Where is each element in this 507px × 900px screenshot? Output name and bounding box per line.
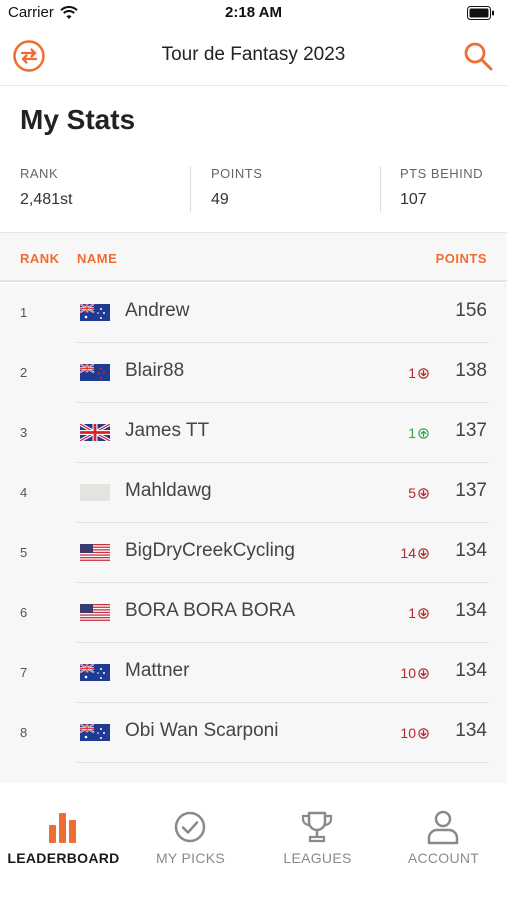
stat-value: 49 <box>211 191 229 208</box>
stat-pts-behind: PTS BEHIND 107 <box>400 166 483 209</box>
leaderboard-list: 1 Andrew 156 2 Blair88 1 138 3 James TT 1 137 4 Mahl… <box>0 283 507 783</box>
stats-summary: RANK 2,481st POINTS 49 PTS BEHIND 107 <box>0 160 507 232</box>
row-rank: 4 <box>20 485 28 500</box>
tab-account[interactable]: ACCOUNT <box>380 783 507 883</box>
status-bar: Carrier 2:18 AM <box>0 0 507 28</box>
arrow-down-circle-icon <box>418 487 429 499</box>
table-row[interactable]: 8 Obi Wan Scarponi 10 134 <box>0 703 507 763</box>
arrow-up-circle-icon <box>418 427 429 439</box>
check-circle-icon <box>170 809 210 845</box>
row-rank: 3 <box>20 425 28 440</box>
table-row[interactable]: 1 Andrew 156 <box>0 283 507 343</box>
rank-movement-value: 10 <box>400 665 416 681</box>
tab-label: LEAGUES <box>283 850 352 866</box>
stat-divider <box>380 166 381 212</box>
flag-icon <box>80 484 110 501</box>
row-points: 137 <box>455 420 487 441</box>
flag-icon <box>79 303 110 321</box>
stat-label: POINTS <box>211 166 263 181</box>
rank-movement: 1 <box>408 425 429 441</box>
row-name: Obi Wan Scarponi <box>125 720 279 741</box>
column-header-rank[interactable]: RANK <box>20 251 60 266</box>
person-icon <box>423 809 463 845</box>
stat-value: 107 <box>400 191 427 208</box>
nav-bar: Tour de Fantasy 2023 <box>0 28 507 86</box>
flag-icon <box>79 663 110 681</box>
stat-value: 2,481st <box>20 191 73 208</box>
row-name: Mahldawg <box>125 480 212 501</box>
status-time: 2:18 AM <box>225 4 282 21</box>
tab-label: ACCOUNT <box>407 850 480 866</box>
rank-movement: 5 <box>408 485 429 501</box>
battery-icon <box>467 6 495 24</box>
arrow-down-circle-icon <box>418 547 429 559</box>
rank-movement-value: 14 <box>400 545 416 561</box>
row-points: 134 <box>455 600 487 621</box>
row-points: 134 <box>455 540 487 561</box>
row-points: 134 <box>455 720 487 741</box>
row-name: Mattner <box>125 660 190 681</box>
tab-label: LEADERBOARD <box>7 850 120 866</box>
tab-leagues[interactable]: LEAGUES <box>254 783 381 883</box>
table-row[interactable]: 2 Blair88 1 138 <box>0 343 507 403</box>
row-name: Andrew <box>125 300 190 321</box>
row-rank: 7 <box>20 665 28 680</box>
stat-points: POINTS 49 <box>211 166 262 209</box>
tab-bar: LEADERBOARD MY PICKS LEAGUES ACCOUNT <box>0 783 507 900</box>
trophy-icon <box>297 809 337 845</box>
table-row[interactable]: 4 Mahldawg 5 137 <box>0 463 507 523</box>
search-icon[interactable] <box>461 39 495 73</box>
rank-movement-value: 1 <box>408 425 416 441</box>
tab-my-picks[interactable]: MY PICKS <box>127 783 254 883</box>
column-header-points[interactable]: POINTS <box>436 251 487 266</box>
stat-label: PTS BEHIND <box>400 166 484 181</box>
rank-movement-value: 1 <box>408 365 416 381</box>
arrow-down-circle-icon <box>418 727 429 739</box>
flag-icon <box>80 544 110 561</box>
rank-movement-value: 5 <box>408 485 416 501</box>
row-points: 138 <box>455 360 487 381</box>
tab-label: MY PICKS <box>155 850 226 866</box>
row-name: James TT <box>125 420 210 441</box>
leaderboard-header: RANK NAME POINTS <box>0 232 507 282</box>
bar-chart-icon <box>43 809 83 845</box>
row-rank: 8 <box>20 725 28 740</box>
flag-icon <box>80 604 110 621</box>
tab-leaderboard[interactable]: LEADERBOARD <box>0 783 127 883</box>
row-rank: 1 <box>20 305 28 320</box>
rank-movement: 10 <box>400 725 429 741</box>
row-rank: 2 <box>20 365 28 380</box>
table-row[interactable]: 7 Mattner 10 134 <box>0 643 507 703</box>
row-rank: 6 <box>20 605 28 620</box>
rank-movement: 10 <box>400 665 429 681</box>
column-header-name[interactable]: NAME <box>77 251 117 266</box>
rank-movement-value: 10 <box>400 725 416 741</box>
flag-icon <box>79 363 110 381</box>
row-name: BORA BORA BORA <box>125 600 295 621</box>
rank-movement: 1 <box>408 365 429 381</box>
row-points: 156 <box>455 300 487 321</box>
row-name: BigDryCreekCycling <box>125 540 295 561</box>
arrow-down-circle-icon <box>418 367 429 379</box>
table-row[interactable]: 3 James TT 1 137 <box>0 403 507 463</box>
arrow-down-circle-icon <box>418 607 429 619</box>
stat-divider <box>190 166 191 212</box>
rank-movement: 1 <box>408 605 429 621</box>
nav-title: Tour de Fantasy 2023 <box>161 44 346 65</box>
arrow-down-circle-icon <box>418 667 429 679</box>
table-row[interactable]: 5 BigDryCreekCycling 14 134 <box>0 523 507 583</box>
flag-icon <box>79 422 111 443</box>
stat-label: RANK <box>20 166 59 181</box>
table-row[interactable]: 6 BORA BORA BORA 1 134 <box>0 583 507 643</box>
row-name: Blair88 <box>125 360 185 381</box>
row-rank: 5 <box>20 545 28 560</box>
flag-icon <box>79 723 110 741</box>
rank-movement-value: 1 <box>408 605 416 621</box>
page-title: My Stats <box>20 104 136 135</box>
stat-rank: RANK 2,481st <box>20 166 72 209</box>
rank-movement: 14 <box>400 545 429 561</box>
row-points: 137 <box>455 480 487 501</box>
row-points: 134 <box>455 660 487 681</box>
